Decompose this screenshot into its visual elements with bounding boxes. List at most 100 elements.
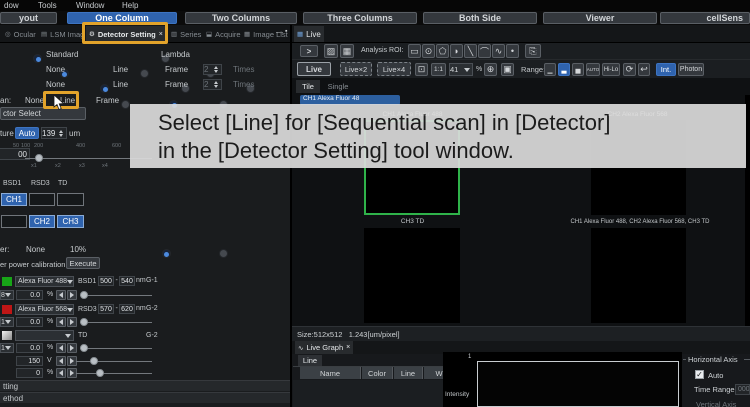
tile-image-merged[interactable]: [591, 228, 686, 323]
group-bar-setting[interactable]: tting: [0, 380, 290, 391]
menu-item-window[interactable]: Window: [76, 1, 104, 10]
radio-power-none[interactable]: [162, 249, 171, 258]
aperture-slider-thumb[interactable]: [35, 154, 43, 162]
roi-copy-icon[interactable]: ⎘: [525, 44, 541, 58]
layout-tab-viewer[interactable]: Viewer: [543, 12, 657, 24]
aperture-auto-button[interactable]: Auto: [15, 127, 39, 139]
hv-slider-track[interactable]: [76, 361, 152, 362]
increment-button[interactable]: [67, 290, 77, 300]
line-table-body[interactable]: [293, 380, 460, 407]
dye2-dropdown[interactable]: Alexa Fluor 568: [15, 304, 74, 315]
range-auto-button[interactable]: AUTO: [586, 63, 600, 76]
assign-cell-empty[interactable]: [57, 193, 84, 206]
range-low-icon[interactable]: ▁: [544, 63, 556, 76]
roi-polyline-icon[interactable]: ∿: [492, 44, 505, 58]
laser3-value-input[interactable]: 0.0: [16, 343, 43, 353]
roi-freehand-icon[interactable]: ◗: [450, 44, 463, 58]
aperture-value-spinner[interactable]: 139: [41, 127, 67, 139]
menu-item-help[interactable]: Help: [122, 1, 138, 10]
execute-button[interactable]: Execute: [66, 257, 100, 269]
fit-to-window-icon[interactable]: ⊡: [415, 63, 428, 76]
column-header-name[interactable]: Name: [300, 367, 361, 379]
maximize-panel-icon[interactable]: ▪: [285, 28, 287, 35]
tile-image-ch3td[interactable]: [364, 228, 460, 323]
live-button[interactable]: Live: [297, 62, 331, 76]
layout-tab-layout[interactable]: yout: [0, 12, 57, 24]
close-icon[interactable]: ×: [346, 344, 350, 351]
laser3-slider-thumb[interactable]: [80, 344, 88, 352]
radio-standard[interactable]: [33, 54, 42, 63]
increment-button[interactable]: [67, 343, 77, 353]
tab-acquire[interactable]: ⬓ Acquire: [203, 26, 244, 42]
frame-overlay-icon[interactable]: ▣: [501, 63, 514, 76]
group-bar-method[interactable]: ethod: [0, 392, 290, 403]
assign-cell-ch2[interactable]: CH2: [29, 215, 55, 228]
layout-tab-cellsens[interactable]: cellSens: [660, 12, 750, 24]
radio-scan-none[interactable]: [121, 100, 130, 109]
assign-cell-empty[interactable]: [29, 193, 55, 206]
snapshot-icon[interactable]: ⟳: [623, 63, 636, 76]
spinner-arrows-icon[interactable]: [59, 130, 63, 137]
live-x4-button[interactable]: Live×4: [377, 62, 411, 76]
layout-tab-both-side[interactable]: Both Side: [423, 12, 537, 24]
layout-tab-two-columns[interactable]: Two Columns: [185, 12, 297, 24]
roi-circle-icon[interactable]: ⊙: [422, 44, 435, 58]
tab-live-graph[interactable]: ∿ Live Graph ×: [295, 341, 353, 354]
roi-line-icon[interactable]: ╲: [464, 44, 477, 58]
decrement-button[interactable]: [56, 343, 66, 353]
roi-point-icon[interactable]: •: [506, 44, 519, 58]
tab-line[interactable]: Line: [298, 355, 322, 366]
spinner-arrows-icon[interactable]: [214, 66, 218, 73]
tab-series[interactable]: ▥ Series: [168, 26, 204, 42]
row2-times-spinner[interactable]: 2: [203, 64, 222, 75]
offset-slider-thumb[interactable]: [96, 369, 104, 377]
offset-value-input[interactable]: 0: [16, 368, 43, 378]
range-mid-icon[interactable]: ▃: [558, 63, 570, 76]
levels-icon[interactable]: ▨: [324, 44, 338, 58]
zoom-level-dropdown[interactable]: 41: [449, 63, 473, 76]
dye1-dropdown[interactable]: Alexa Fluor 488: [15, 276, 74, 287]
roi-polygon-icon[interactable]: ⬠: [436, 44, 449, 58]
hv-slider-thumb[interactable]: [90, 357, 98, 365]
dye1-from-input[interactable]: 500: [98, 276, 114, 286]
dye1-to-input[interactable]: 540: [119, 276, 135, 286]
decrement-button[interactable]: [56, 356, 66, 366]
laser1-value-input[interactable]: 0.0: [16, 290, 43, 300]
expand-toolbar-button[interactable]: >: [300, 45, 318, 57]
assign-cell-ch1[interactable]: CH1: [1, 193, 27, 206]
decrement-button[interactable]: [56, 368, 66, 378]
laser2-slider-track[interactable]: [80, 322, 152, 323]
time-range-input[interactable]: 000: [735, 384, 750, 395]
decrement-button[interactable]: [56, 317, 66, 327]
laser1-slider-track[interactable]: [80, 295, 152, 296]
grid-icon[interactable]: ▦: [340, 44, 354, 58]
roi-rectangle-icon[interactable]: ▭: [408, 44, 421, 58]
dye3-dropdown[interactable]: [15, 330, 74, 341]
laser1-slider-thumb[interactable]: [80, 291, 88, 299]
hi-lo-button[interactable]: Hi-Lo: [602, 63, 620, 76]
laser1-dropdown[interactable]: 8: [0, 290, 14, 300]
menu-item-tools[interactable]: Tools: [38, 1, 57, 10]
column-header-line[interactable]: Line: [394, 367, 423, 379]
intensity-mode-button[interactable]: Int.: [656, 63, 676, 76]
decrement-button[interactable]: [56, 290, 66, 300]
assign-cell-ch3[interactable]: CH3: [57, 215, 84, 228]
live-x2-button[interactable]: Live×2: [340, 62, 372, 76]
row3-times-spinner[interactable]: 2: [203, 79, 222, 90]
photon-mode-button[interactable]: Photon: [678, 63, 704, 76]
minimize-panel-icon[interactable]: —: [276, 29, 283, 36]
dye2-to-input[interactable]: 620: [119, 304, 135, 314]
tab-lsm-imaging[interactable]: ▤ LSM Imaging: [38, 26, 84, 42]
laser2-dropdown[interactable]: 1: [0, 317, 14, 327]
hv-value-input[interactable]: 150: [16, 356, 43, 366]
one-to-one-button[interactable]: 1:1: [431, 63, 446, 76]
assign-cell-empty[interactable]: [1, 215, 27, 228]
laser2-slider-thumb[interactable]: [80, 318, 88, 326]
offset-slider-track[interactable]: [76, 373, 152, 374]
tab-tile[interactable]: Tile: [296, 80, 320, 93]
tab-ocular[interactable]: ◎ Ocular: [2, 26, 39, 42]
tab-image-list[interactable]: ▦ Image List: [241, 26, 291, 42]
range-high-icon[interactable]: ▅: [572, 63, 584, 76]
column-header-color[interactable]: Color: [362, 367, 393, 379]
roi-curve-icon[interactable]: ⌒: [478, 44, 491, 58]
